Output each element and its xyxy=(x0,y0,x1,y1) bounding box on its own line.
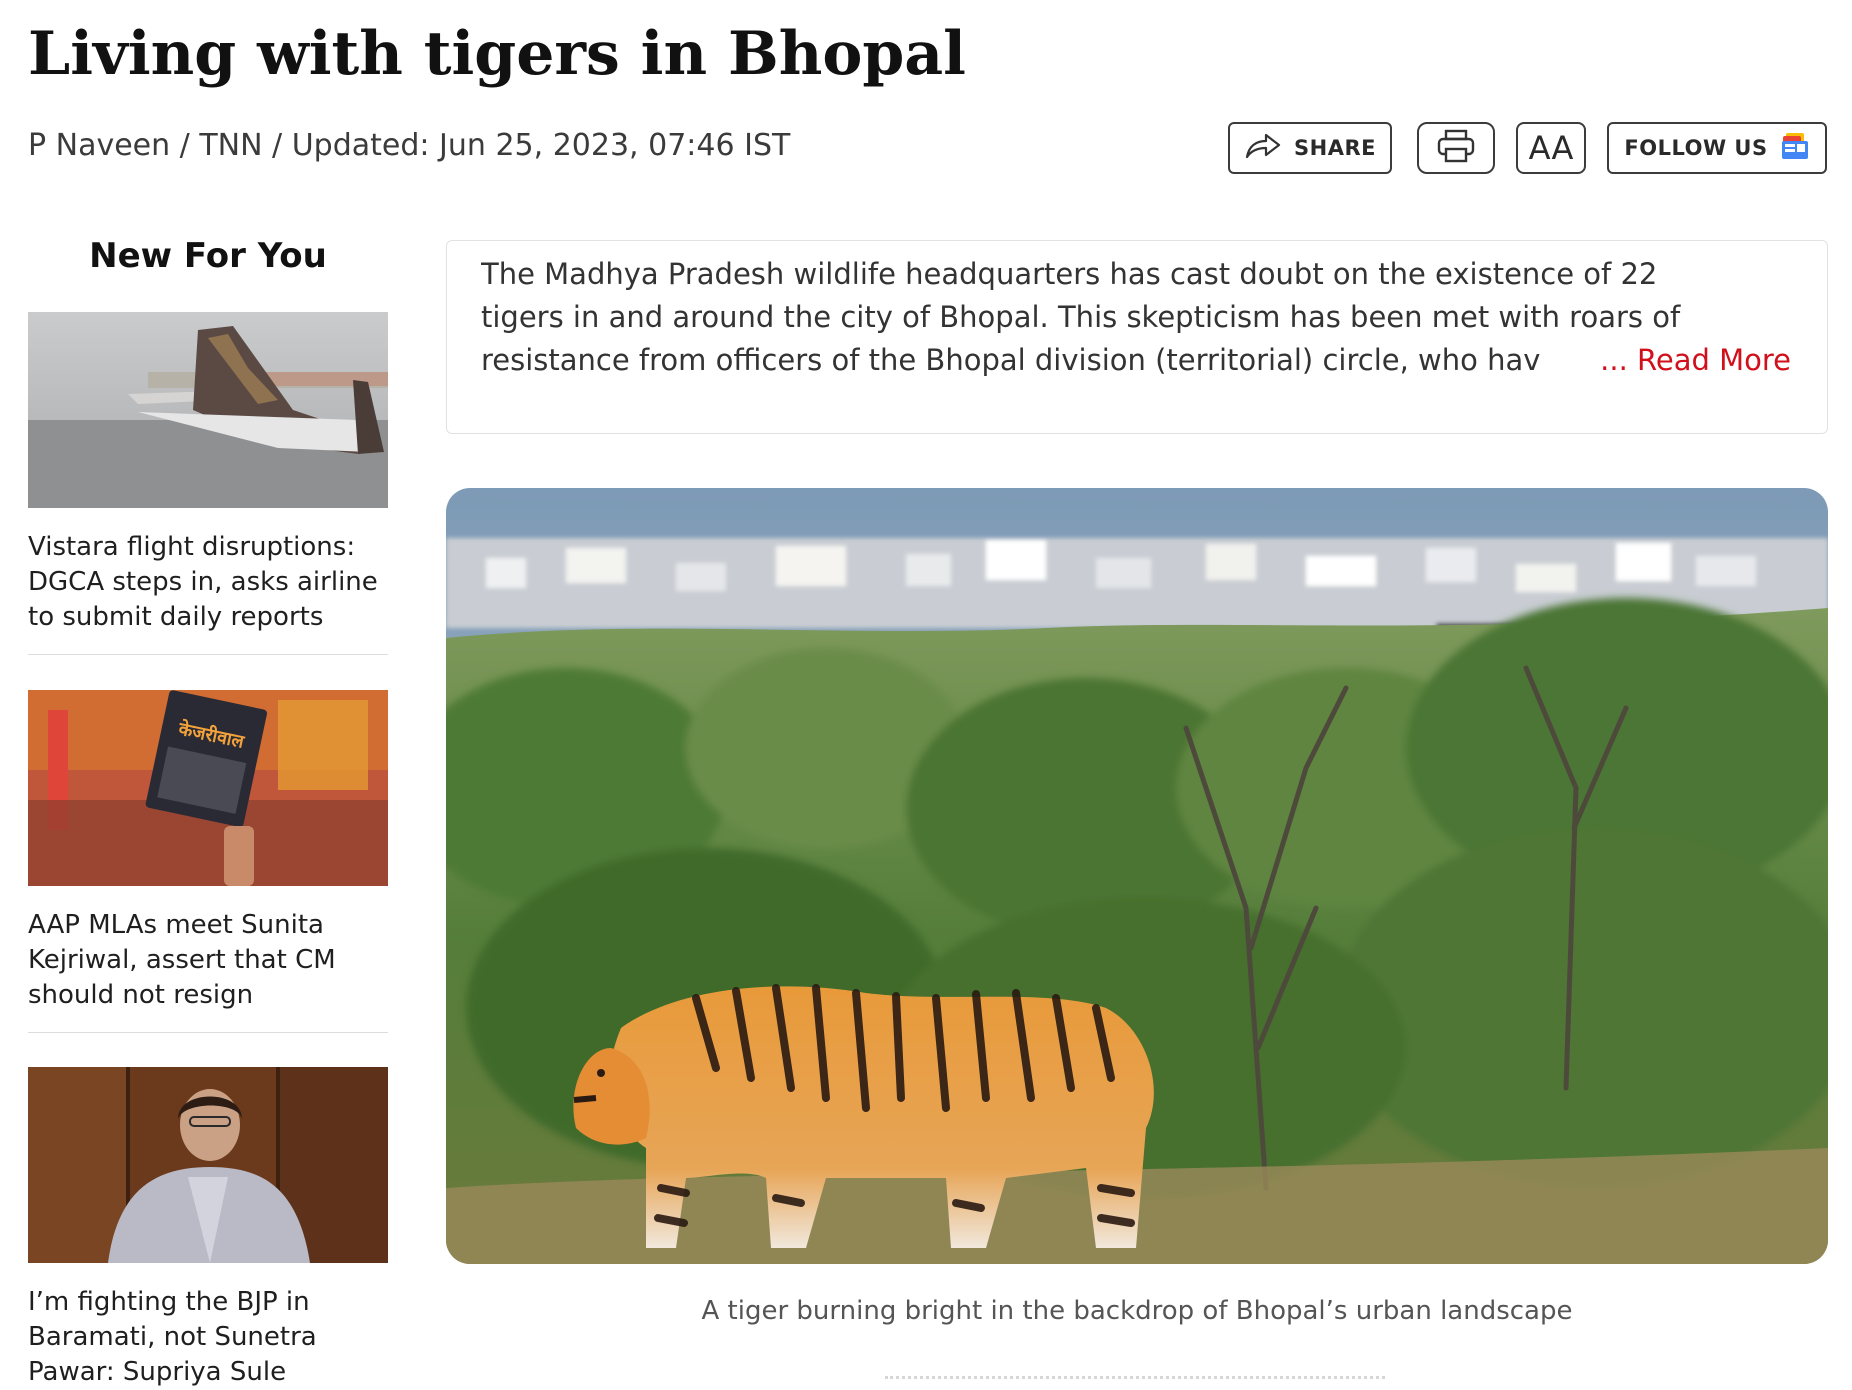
sidebar-title: New For You xyxy=(89,236,327,276)
protest-poster-photo: केजरीवाल xyxy=(28,690,388,886)
sidebar-story-title: Vistara flight disruptions: DGCA steps i… xyxy=(28,532,378,632)
sidebar-story-title: AAP MLAs meet Sunita Kejriwal, assert th… xyxy=(28,910,336,1010)
follow-label: FOLLOW US xyxy=(1624,136,1768,160)
section-divider xyxy=(885,1376,1385,1379)
font-size-button[interactable]: AA xyxy=(1516,122,1586,174)
sidebar-story-title: I’m fighting the BJP in Baramati, not Su… xyxy=(28,1287,317,1387)
article-headline: Living with tigers in Bhopal xyxy=(28,19,966,89)
print-button[interactable] xyxy=(1417,122,1495,174)
print-icon xyxy=(1436,129,1476,167)
follow-us-button[interactable]: FOLLOW US xyxy=(1607,122,1827,174)
share-button[interactable]: SHARE xyxy=(1228,122,1392,174)
sidebar-divider xyxy=(28,654,388,655)
share-arrow-icon xyxy=(1244,133,1282,164)
article-byline: P Naveen / TNN / Updated: Jun 25, 2023, … xyxy=(28,128,791,163)
tiger-in-forest-photo xyxy=(446,488,1828,1264)
sidebar-divider xyxy=(28,1032,388,1033)
read-more-link[interactable]: ... Read More xyxy=(1594,339,1791,382)
sidebar-story-aap[interactable]: केजरीवाल AAP MLAs meet Sunita Kejriwal, … xyxy=(28,690,388,1013)
sidebar-story-vistara[interactable]: Vistara flight disruptions: DGCA steps i… xyxy=(28,312,388,635)
hero-caption: A tiger burning bright in the backdrop o… xyxy=(701,1296,1573,1326)
airplane-tail-photo xyxy=(28,312,388,508)
article-summary-text: The Madhya Pradesh wildlife headquarters… xyxy=(481,257,1681,377)
article-summary-box: The Madhya Pradesh wildlife headquarters… xyxy=(446,240,1828,434)
font-size-label: AA xyxy=(1528,129,1574,167)
sidebar-story-supriya[interactable]: I’m fighting the BJP in Baramati, not Su… xyxy=(28,1067,388,1390)
share-label: SHARE xyxy=(1294,136,1376,160)
woman-portrait-photo xyxy=(28,1067,388,1263)
google-news-icon xyxy=(1780,131,1810,166)
